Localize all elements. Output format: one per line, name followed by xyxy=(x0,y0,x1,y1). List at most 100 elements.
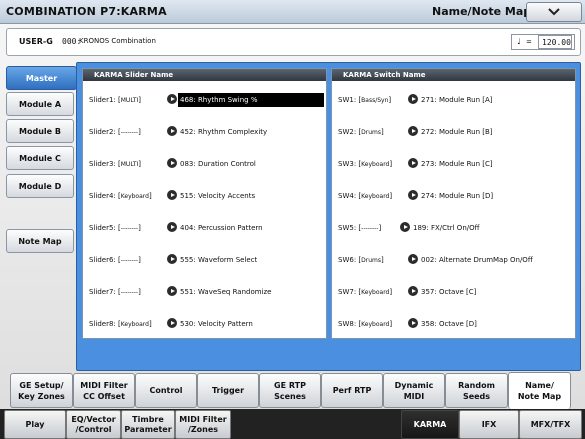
title-bar: COMBINATION P7:KARMA Name/Note Map xyxy=(0,0,585,24)
switch-label: SW5: [--------] xyxy=(338,224,382,232)
right-arrow-circle-icon[interactable] xyxy=(167,318,177,328)
page-menu-button[interactable] xyxy=(526,2,582,22)
right-arrow-circle-icon[interactable] xyxy=(408,318,418,328)
switch-name-value[interactable]: 002: Alternate DrumMap On/Off xyxy=(421,256,533,264)
right-arrow-circle-icon[interactable] xyxy=(167,190,177,200)
tab-name-note-map[interactable]: Name/ Note Map xyxy=(508,372,571,409)
side-tab-module-c[interactable]: Module C xyxy=(6,146,74,170)
right-arrow-circle-icon[interactable] xyxy=(408,94,418,104)
switch-name-value[interactable]: 357: Octave [C] xyxy=(421,288,476,296)
tab-ge-rtp-scenes[interactable]: GE RTP Scenes xyxy=(259,373,321,408)
tab-label: Random Seeds xyxy=(458,380,495,401)
page-tab-karma[interactable]: KARMA xyxy=(401,410,459,439)
switch-row[interactable]: SW3: [Keyboard] 273: Module Run [C] xyxy=(332,155,577,173)
slider-module: -------- xyxy=(120,225,139,232)
tab-perf-rtp[interactable]: Perf RTP xyxy=(321,373,383,408)
tab-ge-setup-key-zones[interactable]: GE Setup/ Key Zones xyxy=(10,373,73,408)
slider-label-text: Slider6: xyxy=(89,256,116,264)
slider-module: Keyboard xyxy=(120,193,149,200)
slider-name-value[interactable]: 083: Duration Control xyxy=(180,160,256,168)
right-arrow-circle-icon[interactable] xyxy=(408,286,418,296)
right-arrow-circle-icon[interactable] xyxy=(167,222,177,232)
page-tab-ifx[interactable]: IFX xyxy=(459,410,519,439)
right-arrow-circle-icon[interactable] xyxy=(408,190,418,200)
switch-module: Drums xyxy=(361,257,382,264)
side-tab-module-d[interactable]: Module D xyxy=(6,174,74,198)
right-arrow-circle-icon[interactable] xyxy=(408,158,418,168)
slider-name-value[interactable]: 452: Rhythm Complexity xyxy=(180,128,267,136)
side-tab-module-a[interactable]: Module A xyxy=(6,92,74,116)
switch-module: Keyboard xyxy=(361,321,390,328)
page-tab-play[interactable]: Play xyxy=(4,410,66,439)
page-tab-midi-filter-zones[interactable]: MIDI Filter /Zones xyxy=(175,410,231,439)
combination-select[interactable]: USER-G 000: KRONOS Combination ♩ = 120.0… xyxy=(6,28,581,56)
slider-name-value[interactable]: 404: Percussion Pattern xyxy=(180,224,263,232)
right-arrow-circle-icon[interactable] xyxy=(408,126,418,136)
right-arrow-circle-icon[interactable] xyxy=(167,94,177,104)
slider-name-group: KARMA Slider Name Slider1: [MULTI] 468: … xyxy=(82,68,327,339)
right-arrow-circle-icon[interactable] xyxy=(167,158,177,168)
tempo-equals: = xyxy=(526,38,532,46)
page-tab-label: EQ/Vector /Control xyxy=(71,414,116,434)
switch-row[interactable]: SW1: [Bass/Syn] 271: Module Run [A] xyxy=(332,91,577,109)
slider-row[interactable]: Slider1: [MULTI] 468: Rhythm Swing % xyxy=(83,91,328,109)
slider-row[interactable]: Slider8: [Keyboard] 530: Velocity Patter… xyxy=(83,315,328,333)
right-arrow-circle-icon[interactable] xyxy=(167,286,177,296)
slider-row[interactable]: Slider2: [--------] 452: Rhythm Complexi… xyxy=(83,123,328,141)
switch-row[interactable]: SW2: [Drums] 272: Module Run [B] xyxy=(332,123,577,141)
slider-name-value[interactable]: 468: Rhythm Swing % xyxy=(178,93,324,107)
combination-name: KRONOS Combination xyxy=(79,37,156,45)
slider-name-value[interactable]: 530: Velocity Pattern xyxy=(180,320,253,328)
tab-control[interactable]: Control xyxy=(135,373,197,408)
side-tab-module-b[interactable]: Module B xyxy=(6,119,74,143)
slider-module: -------- xyxy=(120,289,139,296)
right-arrow-circle-icon[interactable] xyxy=(167,254,177,264)
switch-row[interactable]: SW5: [--------] 189: FX/Ctrl On/Off xyxy=(332,219,577,237)
switch-name-value[interactable]: 271: Module Run [A] xyxy=(421,96,493,104)
slider-row[interactable]: Slider4: [Keyboard] 515: Velocity Accent… xyxy=(83,187,328,205)
slider-label: Slider7: [--------] xyxy=(89,288,141,296)
switch-row[interactable]: SW7: [Keyboard] 357: Octave [C] xyxy=(332,283,577,301)
side-tab-label: Module A xyxy=(18,99,62,109)
slider-module: MULTI xyxy=(120,161,139,168)
side-tab-note-map[interactable]: Note Map xyxy=(6,229,74,253)
page-tab-timbre-parameter[interactable]: Timbre Parameter xyxy=(121,410,175,439)
switch-label: SW7: [Keyboard] xyxy=(338,288,393,296)
right-arrow-circle-icon[interactable] xyxy=(167,126,177,136)
page-tab-mfx-tfx[interactable]: MFX/TFX xyxy=(519,410,582,439)
tab-trigger[interactable]: Trigger xyxy=(197,373,259,408)
switch-name-value[interactable]: 358: Octave [D] xyxy=(421,320,477,328)
slider-row[interactable]: Slider3: [MULTI] 083: Duration Control xyxy=(83,155,328,173)
slider-name-value[interactable]: 551: WaveSeq Randomize xyxy=(180,288,271,296)
switch-name-value[interactable]: 189: FX/Ctrl On/Off xyxy=(413,224,479,232)
switch-name-value[interactable]: 273: Module Run [C] xyxy=(421,160,493,168)
slider-row[interactable]: Slider6: [--------] 555: Waveform Select xyxy=(83,251,328,269)
tempo-value[interactable]: 120.00 xyxy=(538,35,572,49)
switch-module: Keyboard xyxy=(361,289,390,296)
slider-module: MULTI xyxy=(120,97,139,104)
slider-label: Slider1: [MULTI] xyxy=(89,96,142,104)
switch-name-value[interactable]: 274: Module Run [D] xyxy=(421,192,493,200)
tab-random-seeds[interactable]: Random Seeds xyxy=(445,373,508,408)
slider-name-value[interactable]: 515: Velocity Accents xyxy=(180,192,255,200)
slider-module: -------- xyxy=(120,129,139,136)
switch-row[interactable]: SW6: [Drums] 002: Alternate DrumMap On/O… xyxy=(332,251,577,269)
switch-label-text: SW6: xyxy=(338,256,357,264)
tab-dynamic-midi[interactable]: Dynamic MIDI xyxy=(383,373,445,408)
switch-row[interactable]: SW8: [Keyboard] 358: Octave [D] xyxy=(332,315,577,333)
page-title: COMBINATION P7:KARMA xyxy=(6,5,167,18)
right-arrow-circle-icon[interactable] xyxy=(408,254,418,264)
slider-row[interactable]: Slider7: [--------] 551: WaveSeq Randomi… xyxy=(83,283,328,301)
slider-row[interactable]: Slider5: [--------] 404: Percussion Patt… xyxy=(83,219,328,237)
switch-row[interactable]: SW4: [Keyboard] 274: Module Run [D] xyxy=(332,187,577,205)
page-tab-eq-vector-control[interactable]: EQ/Vector /Control xyxy=(66,410,121,439)
side-tab-master[interactable]: Master xyxy=(6,66,77,90)
tempo-control[interactable]: ♩ = 120.00 xyxy=(511,34,575,50)
switch-name-value[interactable]: 272: Module Run [B] xyxy=(421,128,493,136)
switch-module: Bass/Syn xyxy=(361,97,389,104)
slider-label: Slider3: [MULTI] xyxy=(89,160,142,168)
tab-label: Name/ Note Map xyxy=(517,381,562,401)
tab-midi-filter-cc-offset[interactable]: MIDI Filter CC Offset xyxy=(73,373,135,408)
right-arrow-circle-icon[interactable] xyxy=(400,222,410,232)
slider-name-value[interactable]: 555: Waveform Select xyxy=(180,256,257,264)
